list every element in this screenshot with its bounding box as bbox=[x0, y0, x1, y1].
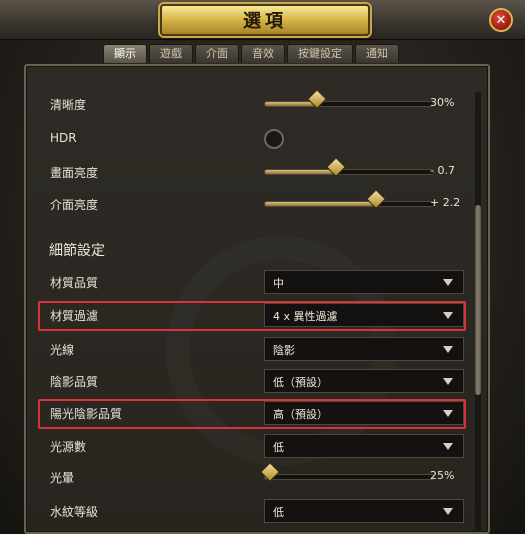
ui-brightness-slider[interactable] bbox=[264, 189, 434, 209]
slider-knob[interactable] bbox=[260, 462, 281, 482]
chevron-down-icon bbox=[443, 378, 453, 385]
brightness-slider[interactable] bbox=[264, 157, 434, 177]
tab-interface[interactable]: 介面 bbox=[195, 44, 239, 63]
slider-value: + 2.2 bbox=[430, 196, 461, 209]
tab-game[interactable]: 遊戲 bbox=[149, 44, 193, 63]
close-button[interactable]: ✕ bbox=[489, 8, 513, 32]
texture-filter-dropdown[interactable]: 4 x 異性過濾 bbox=[264, 303, 464, 327]
close-icon: ✕ bbox=[495, 12, 507, 28]
slider-fill bbox=[265, 102, 316, 106]
chevron-down-icon bbox=[443, 279, 453, 286]
sharpness-slider[interactable] bbox=[264, 89, 434, 109]
dropdown-value: 4 x 異性過濾 bbox=[273, 310, 338, 323]
options-window: 選項 ✕ 顯示 遊戲 介面 音效 按鍵設定 通知 清晰度 30% HDR 畫面亮… bbox=[0, 0, 525, 534]
light-sources-dropdown[interactable]: 低 bbox=[264, 434, 464, 458]
dropdown-value: 低 bbox=[273, 506, 284, 519]
setting-row-lighting: 光線 陰影 bbox=[40, 335, 470, 363]
setting-row-texture-quality: 材質品質 中 bbox=[40, 268, 470, 296]
slider-value: 30% bbox=[430, 96, 455, 109]
dropdown-value: 陰影 bbox=[273, 344, 295, 357]
setting-label: HDR bbox=[50, 131, 77, 145]
setting-row-shadow-quality: 陰影品質 低（預設） bbox=[40, 367, 470, 395]
dropdown-value: 高（預設） bbox=[273, 408, 328, 421]
setting-row-sharpness: 清晰度 30% bbox=[40, 89, 470, 118]
sun-shadow-quality-dropdown[interactable]: 高（預設） bbox=[264, 401, 464, 425]
setting-row-hdr: HDR bbox=[40, 125, 470, 153]
setting-row-water-level: 水紋等級 低 bbox=[40, 497, 470, 525]
setting-row-sun-shadow-quality: 陽光陰影品質 高（預設） bbox=[40, 399, 470, 427]
title-plate: 選項 bbox=[160, 4, 370, 36]
setting-label: 陽光陰影品質 bbox=[50, 407, 123, 421]
chevron-down-icon bbox=[443, 346, 453, 353]
section-title-detail: 細節設定 bbox=[49, 243, 105, 259]
chevron-down-icon bbox=[443, 508, 453, 515]
setting-label: 水紋等級 bbox=[50, 505, 99, 519]
tab-display[interactable]: 顯示 bbox=[103, 44, 147, 63]
setting-label: 材質過濾 bbox=[50, 309, 99, 323]
setting-label: 清晰度 bbox=[50, 98, 87, 112]
tab-keybinds[interactable]: 按鍵設定 bbox=[287, 44, 353, 63]
hdr-toggle[interactable] bbox=[264, 129, 284, 149]
setting-row-brightness: 畫面亮度 - 0.7 bbox=[40, 157, 470, 186]
chevron-down-icon bbox=[443, 443, 453, 450]
setting-row-texture-filter: 材質過濾 4 x 異性過濾 bbox=[40, 301, 470, 329]
setting-label: 光線 bbox=[50, 343, 75, 357]
dropdown-value: 中 bbox=[273, 277, 284, 290]
slider-value: 25% bbox=[430, 469, 455, 482]
chevron-down-icon bbox=[443, 410, 453, 417]
tab-notifications[interactable]: 通知 bbox=[355, 44, 399, 63]
tab-audio[interactable]: 音效 bbox=[241, 44, 285, 63]
slider-fill bbox=[265, 202, 375, 206]
setting-label: 光暈 bbox=[50, 471, 75, 485]
setting-row-bloom: 光暈 25% bbox=[40, 462, 470, 491]
dropdown-value: 低 bbox=[273, 441, 284, 454]
setting-label: 介面亮度 bbox=[50, 198, 99, 212]
water-level-dropdown[interactable]: 低 bbox=[264, 499, 464, 523]
chevron-down-icon bbox=[443, 312, 453, 319]
setting-label: 材質品質 bbox=[50, 276, 99, 290]
texture-quality-dropdown[interactable]: 中 bbox=[264, 270, 464, 294]
window-title: 選項 bbox=[243, 11, 287, 32]
setting-label: 陰影品質 bbox=[50, 375, 99, 389]
setting-row-light-sources: 光源數 低 bbox=[40, 432, 470, 460]
scrollbar-thumb[interactable] bbox=[475, 205, 481, 395]
tab-bar: 顯示 遊戲 介面 音效 按鍵設定 通知 bbox=[103, 44, 399, 64]
lighting-dropdown[interactable]: 陰影 bbox=[264, 337, 464, 361]
setting-label: 畫面亮度 bbox=[50, 166, 99, 180]
dropdown-value: 低（預設） bbox=[273, 376, 328, 389]
slider-value: - 0.7 bbox=[430, 164, 455, 177]
shadow-quality-dropdown[interactable]: 低（預設） bbox=[264, 369, 464, 393]
slider-fill bbox=[265, 170, 334, 174]
bloom-slider[interactable] bbox=[260, 462, 434, 482]
setting-label: 光源數 bbox=[50, 440, 87, 454]
setting-row-ui-brightness: 介面亮度 + 2.2 bbox=[40, 189, 470, 218]
